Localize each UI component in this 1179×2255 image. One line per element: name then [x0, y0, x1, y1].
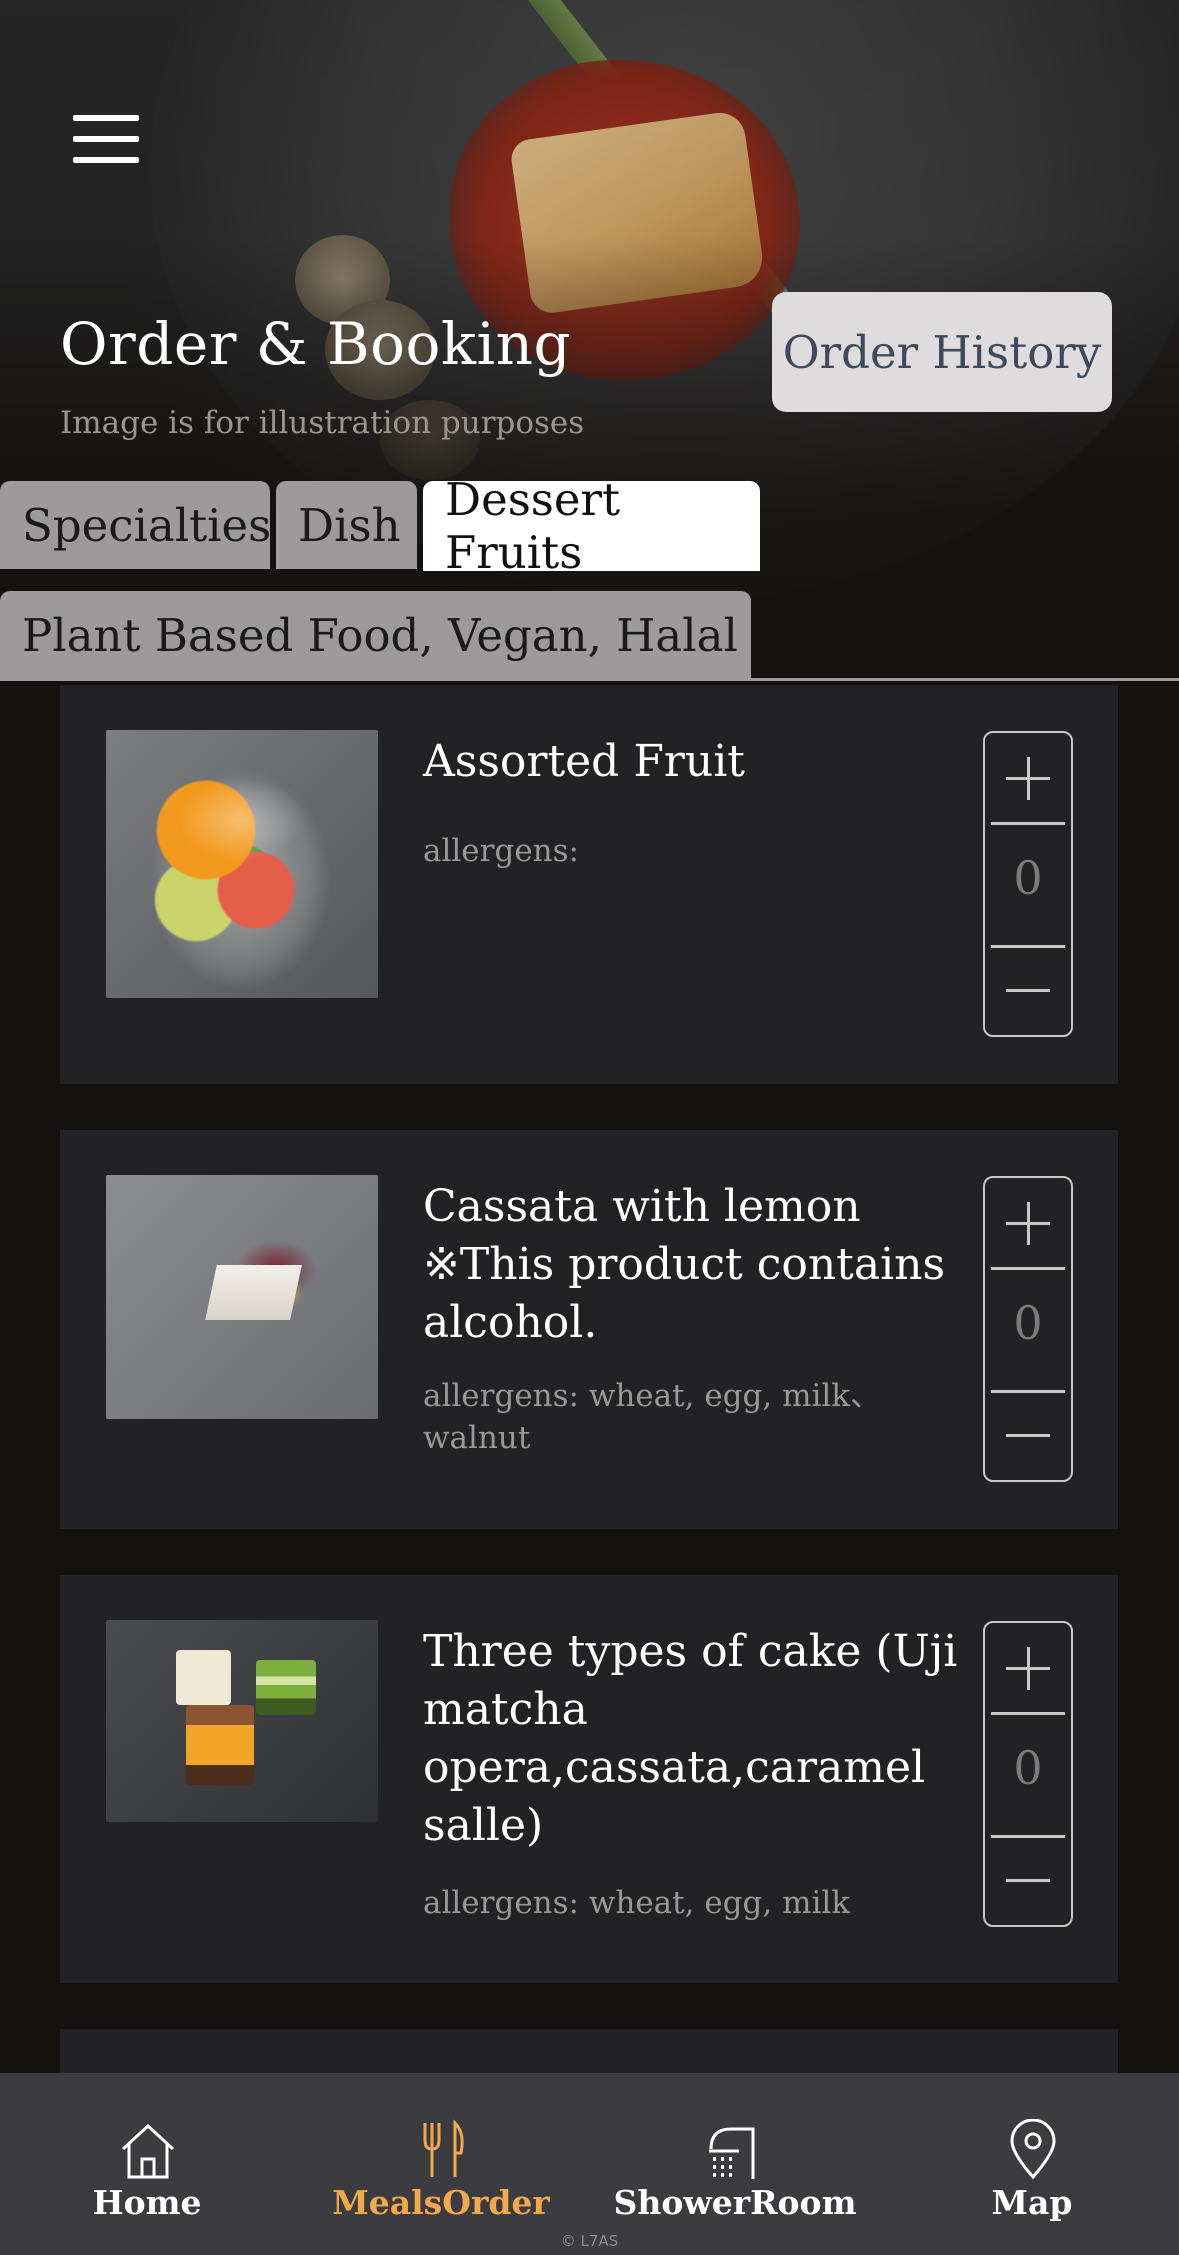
order-history-button[interactable]: Order History — [772, 292, 1112, 412]
fork-knife-icon — [423, 2119, 464, 2177]
nav-label: Home — [92, 2183, 202, 2222]
menu-item-allergens: allergens: wheat, egg, milk、walnut — [423, 1378, 882, 1456]
nav-label: Map — [991, 2183, 1073, 2222]
bottom-navigation: Home MealsOrder ShowerRoom Map — [0, 2073, 1179, 2255]
quantity-stepper: 0 — [983, 1176, 1073, 1482]
nav-meals-order[interactable]: MealsOrder — [294, 2073, 588, 2255]
cassata-image — [106, 1175, 378, 1419]
tab-specialties[interactable]: Specialties — [0, 481, 271, 569]
quantity-value: 0 — [1013, 1741, 1043, 1795]
page-title: Order & Booking — [60, 310, 572, 378]
nav-label: MealsOrder — [332, 2183, 550, 2222]
quantity-value: 0 — [1013, 851, 1043, 905]
menu-item-allergens: allergens: wheat, egg, milk — [423, 1885, 851, 1921]
menu-item-name: Three types of cake (Uji matcha opera,ca… — [423, 1626, 958, 1851]
nav-map[interactable]: Map — [885, 2073, 1179, 2255]
map-pin-icon — [1010, 2119, 1056, 2180]
nav-label: ShowerRoom — [613, 2183, 857, 2222]
three-cakes-image — [106, 1620, 378, 1822]
minus-icon[interactable] — [985, 1390, 1071, 1480]
plus-icon[interactable] — [985, 1178, 1071, 1268]
tab-plant-based[interactable]: Plant Based Food, Vegan, Halal — [0, 591, 751, 679]
menu-item-name: Cassata with lemon ※This product contain… — [423, 1181, 946, 1348]
menu-item-allergens: allergens: — [423, 833, 579, 869]
menu-item-card: Three types of cake (Uji matcha opera,ca… — [60, 1575, 1118, 1983]
quantity-stepper: 0 — [983, 1621, 1073, 1927]
home-icon — [121, 2123, 175, 2179]
tab-divider — [0, 678, 1179, 681]
copyright-text: © L7AS — [560, 2232, 619, 2250]
menu-item-name: Assorted Fruit — [423, 736, 745, 787]
menu-item-card: Assorted Fruit allergens: 0 — [60, 685, 1118, 1084]
minus-icon[interactable] — [985, 945, 1071, 1035]
plus-icon[interactable] — [985, 1623, 1071, 1713]
menu-item-card: Cassata with lemon ※This product contain… — [60, 1130, 1118, 1529]
quantity-stepper: 0 — [983, 731, 1073, 1037]
nav-shower-room[interactable]: ShowerRoom — [588, 2073, 882, 2255]
hamburger-menu-icon[interactable] — [73, 115, 139, 163]
plus-icon[interactable] — [985, 733, 1071, 823]
shower-icon — [709, 2127, 755, 2179]
assorted-fruit-image — [106, 730, 378, 998]
quantity-value: 0 — [1013, 1296, 1043, 1350]
minus-icon[interactable] — [985, 1835, 1071, 1925]
tab-dish[interactable]: Dish — [276, 481, 417, 569]
page-subtitle: Image is for illustration purposes — [60, 405, 585, 441]
nav-home[interactable]: Home — [0, 2073, 294, 2255]
tab-dessert-fruits[interactable]: Dessert Fruits — [423, 473, 760, 579]
